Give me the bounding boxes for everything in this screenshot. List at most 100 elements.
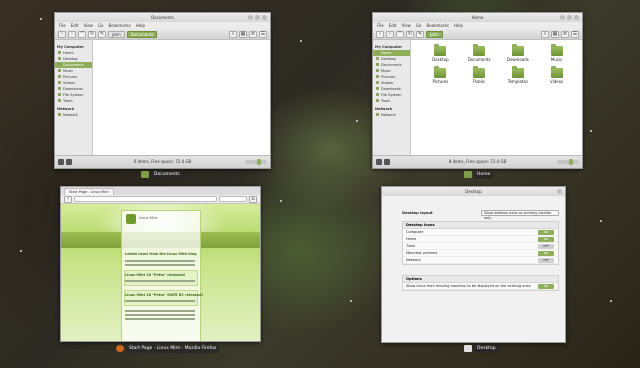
show-places-icon[interactable] bbox=[376, 159, 382, 165]
home-caption-label: Home bbox=[474, 170, 494, 179]
folder-item-pictures[interactable]: Pictures bbox=[421, 66, 460, 84]
close-icon[interactable] bbox=[557, 189, 562, 194]
zoom-slider[interactable] bbox=[245, 159, 267, 165]
documents-window[interactable]: Documents File Edit View Go Bookmarks He… bbox=[54, 12, 271, 169]
list-view-icon[interactable]: ≡ bbox=[561, 30, 569, 38]
search-bar[interactable] bbox=[219, 196, 247, 202]
page-content[interactable]: Linux Mint Latest news from the Linux Mi… bbox=[61, 204, 260, 341]
text-line bbox=[125, 260, 195, 262]
folder-item-templates[interactable]: Templates bbox=[499, 66, 538, 84]
snowflake bbox=[610, 300, 612, 302]
compact-view-icon[interactable]: ☰ bbox=[571, 30, 579, 38]
news-item-title[interactable]: Linux Mint 16 "Petra" MATE RC released! bbox=[125, 293, 203, 297]
network-toggle[interactable]: OFF bbox=[538, 258, 554, 263]
show-treeview-icon[interactable] bbox=[384, 159, 390, 165]
icon-view-icon[interactable]: ▦ bbox=[239, 30, 247, 38]
news-heading: Latest news from the Linux Mint blog bbox=[125, 252, 197, 256]
menu-bookmarks[interactable]: Bookmarks bbox=[109, 22, 131, 29]
breadcrumb-john[interactable]: john bbox=[426, 30, 443, 38]
folder-item-downloads[interactable]: Downloads bbox=[499, 44, 538, 62]
row-label: Mounted volumes bbox=[406, 251, 438, 255]
close-icon[interactable] bbox=[262, 15, 267, 20]
menu-view[interactable]: View bbox=[83, 22, 93, 29]
news-item-title[interactable]: Linux Mint 16 "Petra" released! bbox=[125, 273, 185, 277]
folder-item-videos[interactable]: Videos bbox=[537, 66, 576, 84]
home-icon[interactable]: ⌂ bbox=[249, 195, 257, 203]
desktop-settings-window[interactable]: Desktop Desktop layout Show desktop icon… bbox=[381, 186, 566, 343]
maximize-icon[interactable] bbox=[567, 15, 572, 20]
toggle-location-icon[interactable]: ✎ bbox=[98, 30, 106, 38]
url-bar[interactable] bbox=[74, 196, 217, 202]
minimize-icon[interactable] bbox=[248, 15, 253, 20]
toggle-location-icon[interactable]: ✎ bbox=[416, 30, 424, 38]
reload-icon[interactable]: ↻ bbox=[88, 30, 96, 38]
reload-icon[interactable]: ↻ bbox=[406, 30, 414, 38]
home-toggle[interactable]: ON bbox=[538, 237, 554, 242]
documents-titlebar[interactable]: Documents bbox=[55, 13, 270, 22]
computer-toggle[interactable]: ON bbox=[538, 230, 554, 235]
firefox-caption[interactable]: Start Page - Linux Mint - Mozilla Firefo… bbox=[116, 344, 220, 353]
option-row-missing-monitors: Allow icons from missing monitors to be … bbox=[403, 283, 558, 290]
menu-help[interactable]: Help bbox=[454, 22, 463, 29]
sidebar-item-network[interactable]: Network bbox=[373, 112, 410, 118]
missing-monitors-toggle[interactable]: ON bbox=[538, 284, 554, 289]
home-caption[interactable]: Home bbox=[464, 170, 494, 179]
menu-file[interactable]: File bbox=[377, 22, 384, 29]
compact-view-icon[interactable]: ☰ bbox=[259, 30, 267, 38]
show-treeview-icon[interactable] bbox=[66, 159, 72, 165]
home-folder-icon bbox=[464, 171, 472, 178]
folder-label: Desktop bbox=[432, 57, 449, 62]
folder-item-documents[interactable]: Documents bbox=[460, 44, 499, 62]
breadcrumb-documents[interactable]: Documents bbox=[126, 30, 158, 38]
sidebar-item-trash[interactable]: Trash bbox=[373, 98, 410, 104]
list-view-icon[interactable]: ≡ bbox=[249, 30, 257, 38]
trash-toggle[interactable]: OFF bbox=[538, 244, 554, 249]
menu-edit[interactable]: Edit bbox=[71, 22, 79, 29]
menu-view[interactable]: View bbox=[401, 22, 411, 29]
close-icon[interactable] bbox=[574, 15, 579, 20]
home-titlebar[interactable]: Home bbox=[373, 13, 582, 22]
sidebar-item-trash[interactable]: Trash bbox=[55, 98, 92, 104]
icon-view-icon[interactable]: ▦ bbox=[551, 30, 559, 38]
firefox-window[interactable]: Start Page - Linux Mint ‹ ⌂ Linux Mint L… bbox=[60, 186, 261, 342]
folder-icon bbox=[511, 66, 524, 78]
firefox-icon bbox=[116, 345, 124, 352]
tab-start-page[interactable]: Start Page - Linux Mint bbox=[64, 188, 114, 195]
desktop-titlebar[interactable]: Desktop bbox=[382, 187, 565, 196]
maximize-icon[interactable] bbox=[255, 15, 260, 20]
desktop-caption[interactable]: Desktop bbox=[464, 344, 499, 353]
minimize-icon[interactable] bbox=[560, 15, 565, 20]
folder-label: Pictures bbox=[432, 79, 449, 84]
zoom-slider[interactable] bbox=[557, 159, 579, 165]
file-view[interactable]: Desktop Documents Downloads Music Pictur… bbox=[411, 40, 582, 155]
breadcrumb-john[interactable]: john bbox=[108, 30, 125, 38]
layout-combo[interactable]: Show desktop icons on primary monitor on… bbox=[481, 210, 559, 220]
menu-go[interactable]: Go bbox=[98, 22, 104, 29]
menu-go[interactable]: Go bbox=[416, 22, 422, 29]
folder-item-desktop[interactable]: Desktop bbox=[421, 44, 460, 62]
home-window[interactable]: Home File Edit View Go Bookmarks Help ‹ … bbox=[372, 12, 583, 169]
folder-item-public[interactable]: Public bbox=[460, 66, 499, 84]
menu-bookmarks[interactable]: Bookmarks bbox=[427, 22, 449, 29]
sidebar-item-network[interactable]: Network bbox=[55, 112, 92, 118]
up-icon[interactable]: ^ bbox=[396, 30, 404, 38]
search-icon[interactable]: ⌕ bbox=[541, 30, 549, 38]
menu-file[interactable]: File bbox=[59, 22, 66, 29]
menu-edit[interactable]: Edit bbox=[389, 22, 397, 29]
window-title: Documents bbox=[151, 15, 174, 20]
window-title: Desktop bbox=[465, 189, 482, 194]
show-places-icon[interactable] bbox=[58, 159, 64, 165]
forward-icon[interactable]: › bbox=[68, 30, 76, 38]
back-icon[interactable]: ‹ bbox=[376, 30, 384, 38]
folder-item-music[interactable]: Music bbox=[537, 44, 576, 62]
file-view-empty[interactable] bbox=[93, 40, 270, 155]
mounted-volumes-toggle[interactable]: ON bbox=[538, 251, 554, 256]
documents-caption[interactable]: Documents bbox=[141, 170, 183, 179]
search-icon[interactable]: ⌕ bbox=[229, 30, 237, 38]
up-icon[interactable]: ^ bbox=[78, 30, 86, 38]
text-line bbox=[125, 300, 195, 302]
back-icon[interactable]: ‹ bbox=[58, 30, 66, 38]
back-icon[interactable]: ‹ bbox=[64, 195, 72, 203]
menu-help[interactable]: Help bbox=[136, 22, 145, 29]
forward-icon[interactable]: › bbox=[386, 30, 394, 38]
